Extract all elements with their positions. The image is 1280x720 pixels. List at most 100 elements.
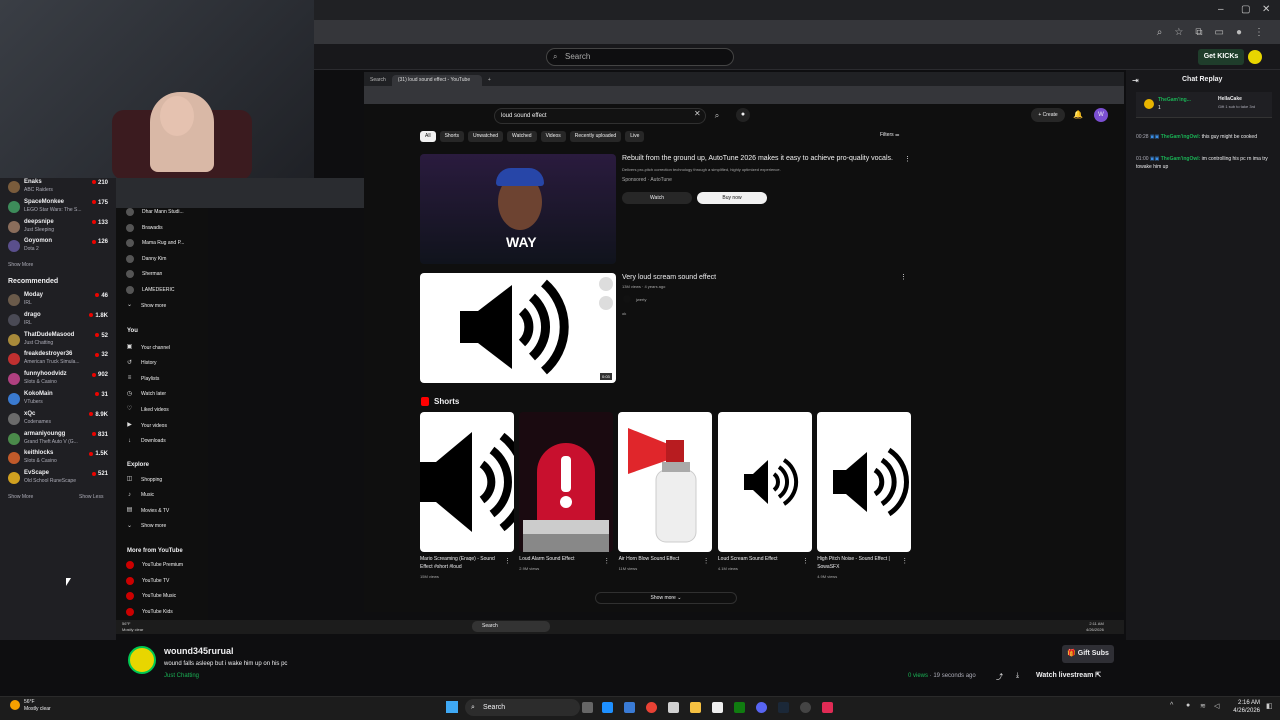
guide-item[interactable]: Sherman (126, 270, 162, 279)
sidebar-channel[interactable]: deepsnipe Just Sleeping 133 (0, 218, 116, 238)
show-more-button[interactable]: Show more ⌄ (595, 592, 737, 604)
guide-you-heading[interactable]: You (127, 328, 138, 334)
document-icon[interactable] (712, 702, 723, 713)
short-title[interactable]: High Pitch Noise - Sound Effect | SowaSF… (817, 555, 897, 571)
ad-thumbnail[interactable]: WAY (420, 154, 616, 264)
show-less-link[interactable]: Show Less (79, 494, 103, 500)
maximize-icon[interactable]: ▢ (1241, 4, 1250, 15)
sidebar-icon[interactable]: ▭ (1215, 27, 1224, 38)
video-channel[interactable]: jwerty (636, 297, 646, 302)
guide-item[interactable]: YouTube Kids (126, 607, 173, 616)
user-avatar[interactable] (1248, 50, 1262, 64)
short-thumbnail[interactable] (718, 412, 812, 552)
bookmark-star-icon[interactable]: ☆ (1174, 27, 1183, 38)
short-thumbnail[interactable] (817, 412, 911, 552)
stream-category[interactable]: Just Chatting (164, 673, 199, 679)
short-menu-icon[interactable]: ⋮ (901, 557, 908, 565)
video-title[interactable]: Very loud scream sound effect (622, 274, 716, 281)
youtube-avatar[interactable]: W (1094, 108, 1108, 122)
video-menu-icon[interactable]: ⋮ (900, 273, 907, 281)
taskbar-search[interactable]: ⌕ Search (465, 699, 580, 716)
tray-chevron-icon[interactable]: ^ (1170, 702, 1173, 709)
xbox-icon[interactable] (734, 702, 745, 713)
mic-icon[interactable]: ● (1186, 702, 1190, 709)
weather-icon[interactable] (10, 700, 20, 710)
guide-item[interactable]: YouTube TV (126, 576, 169, 585)
ad-buy-button[interactable]: Buy now (697, 192, 767, 204)
ad-watch-button[interactable]: Watch (622, 192, 692, 204)
guide-item[interactable]: ⌄ Show more (126, 523, 166, 530)
filters-button[interactable]: Filters ⚌ (880, 132, 900, 138)
guide-item[interactable]: ▶ Your videos (126, 422, 167, 429)
watch-livestream-button[interactable]: Watch livestream ⇱ (1036, 671, 1101, 679)
edge-icon[interactable] (602, 702, 613, 713)
twitch-search-input[interactable]: ⌕ Search (546, 48, 734, 66)
guide-item[interactable]: ♡ Liked videos (126, 406, 169, 413)
streamer-avatar[interactable] (128, 646, 156, 674)
gifter-name[interactable]: TheGam'ing... (1158, 97, 1191, 103)
youtube-search-input[interactable]: loud sound effect (494, 108, 706, 124)
guide-item[interactable]: Mama Rug and P... (126, 239, 184, 248)
short-title[interactable]: Air Horn Blow Sound Effect (619, 555, 699, 563)
extensions-icon[interactable]: ⧉ (1195, 27, 1202, 38)
ad-menu-icon[interactable]: ⋮ (904, 155, 911, 163)
filter-chip[interactable]: Watched (507, 131, 537, 142)
pin-icon[interactable] (822, 702, 833, 713)
chat-username[interactable]: TheGam'ingOwl: (1161, 134, 1201, 140)
zoom-icon[interactable]: ⌕ (1157, 27, 1163, 38)
filter-chip[interactable]: All (420, 131, 436, 142)
guide-item[interactable]: Brawadis (126, 223, 163, 232)
notifications-icon[interactable]: ◧ (1266, 702, 1273, 710)
clear-search-icon[interactable]: ✕ (694, 109, 701, 118)
copilot-icon[interactable] (624, 702, 635, 713)
guide-item[interactable]: YouTube Music (126, 592, 176, 601)
short-thumbnail[interactable] (519, 412, 613, 552)
menu-icon[interactable]: ⋮ (1254, 27, 1264, 38)
filter-chip[interactable]: Live (625, 131, 645, 142)
new-tab-icon[interactable]: + (482, 75, 497, 86)
tab-search[interactable]: Search (364, 75, 392, 86)
get-kicks-button[interactable]: Get KICKs (1198, 49, 1244, 65)
short-title[interactable]: Mario Screaming (Eraqe) - Sound Effect #… (420, 555, 500, 571)
short-menu-icon[interactable]: ⋮ (802, 557, 809, 565)
sidebar-channel[interactable]: drago IRL 1.8K (0, 311, 116, 331)
obs-icon[interactable] (800, 702, 811, 713)
short-menu-icon[interactable]: ⋮ (603, 557, 610, 565)
inner-taskbar-search[interactable]: Search (472, 621, 550, 632)
short-menu-icon[interactable]: ⋮ (504, 557, 511, 565)
short-menu-icon[interactable]: ⋮ (703, 557, 710, 565)
sidebar-channel[interactable]: Moday IRL 46 (0, 291, 116, 311)
guide-item[interactable]: LAMEDEERIC (126, 286, 175, 294)
channel-avatar[interactable] (623, 295, 631, 303)
show-more-recommended-link[interactable]: Show More (8, 494, 33, 500)
task-view-icon[interactable] (582, 702, 593, 713)
filter-chip[interactable]: Shorts (439, 131, 465, 142)
gift-subs-button[interactable]: 🎁 Gift Subs (1062, 645, 1114, 663)
file-explorer-icon[interactable] (690, 702, 701, 713)
steam-icon[interactable] (778, 702, 789, 713)
sidebar-channel[interactable]: KokoMain VTubers 31 (0, 390, 116, 410)
filter-chip[interactable]: Recently uploaded (569, 131, 622, 142)
chat-username[interactable]: TheGam'ingOwl: (1161, 156, 1201, 162)
video-thumbnail[interactable] (420, 273, 616, 383)
chrome-icon[interactable] (646, 702, 657, 713)
filter-chip[interactable]: Videos (540, 131, 566, 142)
guide-item[interactable]: ◫ Shopping (126, 476, 162, 483)
minimize-icon[interactable]: – (1218, 4, 1224, 15)
collapse-chat-icon[interactable]: ⇥ (1132, 76, 1139, 85)
short-title[interactable]: Loud Scream Sound Effect (718, 555, 798, 563)
short-title[interactable]: Loud Alarm Sound Effect (519, 555, 599, 563)
ad-title[interactable]: Rebuilt from the ground up, AutoTune 202… (622, 155, 893, 162)
sidebar-channel[interactable]: EvScape Old School RuneScape 521 (0, 469, 116, 489)
short-thumbnail[interactable] (420, 412, 514, 552)
streamer-name[interactable]: wound345rurual (164, 646, 234, 656)
guide-item[interactable]: ▤ Movies & TV (126, 507, 170, 514)
guide-item[interactable]: ↓ Downloads (126, 438, 166, 445)
weather-widget[interactable]: 56°F Mostly clear (24, 699, 51, 713)
sidebar-channel[interactable]: ThatDudeMasood Just Chatting 52 (0, 331, 116, 351)
wifi-icon[interactable]: ≋ (1200, 702, 1206, 710)
short-thumbnail[interactable] (618, 412, 712, 552)
search-icon[interactable]: ⌕ (708, 108, 726, 124)
windows-start-icon[interactable] (446, 701, 458, 713)
guide-item[interactable]: ⌄ Show more (126, 302, 166, 309)
